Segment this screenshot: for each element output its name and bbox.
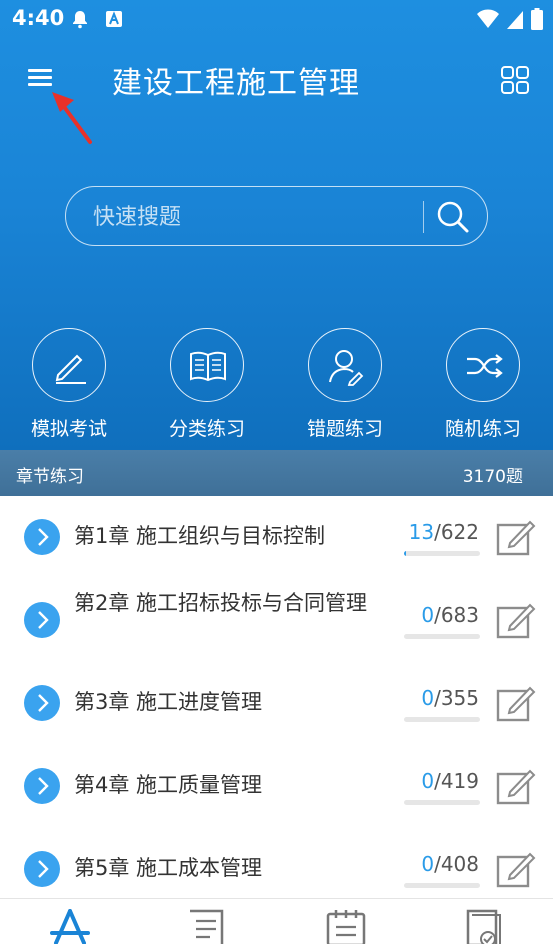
chapter-progress-text: 13/622 [369, 520, 479, 544]
total-count: /419 [434, 769, 479, 793]
tab-notes-icon[interactable] [186, 909, 230, 944]
status-bar: 4:40 [0, 0, 553, 38]
chevron-right-icon [24, 851, 60, 887]
search-input[interactable] [93, 199, 413, 235]
action-circle [32, 328, 106, 402]
chapter-progress-text: 0/408 [369, 852, 479, 876]
mock-exam-button[interactable]: 模拟考试 [19, 328, 119, 441]
progress-bar [404, 800, 480, 805]
shuffle-icon [467, 354, 503, 378]
total-count: /355 [434, 686, 479, 710]
annotation-arrow-icon [52, 92, 92, 144]
chevron-right-icon [24, 768, 60, 804]
edit-icon[interactable] [496, 601, 536, 639]
chapter-row[interactable]: 第3章 施工进度管理 0/355 [0, 662, 553, 745]
chapter-title: 第1章 施工组织与目标控制 [74, 524, 326, 548]
chapter-row[interactable]: 第1章 施工组织与目标控制 13/622 [0, 496, 553, 579]
chevron-right-icon [24, 685, 60, 721]
chapter-title: 第2章 施工招标投标与合同管理 [74, 591, 368, 615]
edit-icon[interactable] [496, 767, 536, 805]
action-label: 随机练习 [444, 418, 521, 440]
search-box[interactable] [65, 186, 488, 246]
grid-menu-icon[interactable] [501, 66, 529, 94]
notification-bell-icon [73, 11, 87, 29]
action-label: 模拟考试 [30, 418, 107, 440]
wifi-icon [477, 9, 499, 28]
chevron-right-icon [24, 519, 60, 555]
pencil-icon [55, 354, 86, 384]
total-count: /408 [434, 852, 479, 876]
chapter-title: 第4章 施工质量管理 [74, 773, 263, 797]
action-label: 错题练习 [306, 418, 383, 440]
chevron-right-icon [24, 602, 60, 638]
answered-count: 13 [408, 520, 435, 544]
chapter-title: 第3章 施工进度管理 [74, 690, 263, 714]
battery-icon [531, 8, 543, 30]
total-count: /622 [434, 520, 479, 544]
search-divider [423, 201, 424, 233]
action-circle [170, 328, 244, 402]
chapter-title: 第5章 施工成本管理 [74, 856, 263, 880]
action-label: 分类练习 [168, 418, 245, 440]
answered-count: 0 [421, 852, 435, 876]
total-count: /683 [434, 603, 479, 627]
tab-book-check-icon[interactable] [462, 909, 506, 944]
chapter-progress-text: 0/683 [369, 603, 479, 627]
tab-home-app-icon[interactable] [48, 909, 92, 944]
chapter-progress-text: 0/419 [369, 769, 479, 793]
progress-bar [404, 551, 480, 556]
progress-fill [404, 551, 406, 556]
cell-signal-icon [507, 11, 523, 29]
edit-icon[interactable] [496, 684, 536, 722]
status-time: 4:40 [12, 6, 65, 30]
chapter-row[interactable]: 第4章 施工质量管理 0/419 [0, 745, 553, 828]
action-circle [446, 328, 520, 402]
chapter-practice-header: 章节练习 3170题 [0, 450, 553, 496]
page-title: 建设工程施工管理 [112, 66, 360, 101]
question-count: 3170题 [462, 467, 523, 487]
user-edit-icon [329, 350, 364, 386]
answered-count: 0 [421, 769, 435, 793]
edit-icon[interactable] [496, 518, 536, 556]
book-icon [190, 351, 226, 382]
progress-bar [404, 717, 480, 722]
edit-icon[interactable] [496, 850, 536, 888]
bottom-tab-bar [0, 898, 553, 944]
chapter-progress-text: 0/355 [369, 686, 479, 710]
search-icon[interactable] [436, 200, 470, 234]
section-title: 章节练习 [16, 467, 84, 487]
answered-count: 0 [421, 686, 435, 710]
random-practice-button[interactable]: 随机练习 [433, 328, 533, 441]
category-practice-button[interactable]: 分类练习 [157, 328, 257, 441]
status-right-icons [477, 8, 543, 30]
tab-clipboard-icon[interactable] [324, 909, 368, 944]
progress-bar [404, 634, 480, 639]
wrong-question-practice-button[interactable]: 错题练习 [295, 328, 395, 441]
app-notification-icon [106, 11, 122, 27]
progress-bar [404, 883, 480, 888]
chapter-row[interactable]: 第2章 施工招标投标与合同管理 0/683 [0, 579, 553, 662]
answered-count: 0 [421, 603, 435, 627]
action-circle [308, 328, 382, 402]
header-hero: 4:40 建设工程施工管理 快速搜题 模拟考试 分类练习 错题练习 随机练习 [0, 0, 553, 450]
